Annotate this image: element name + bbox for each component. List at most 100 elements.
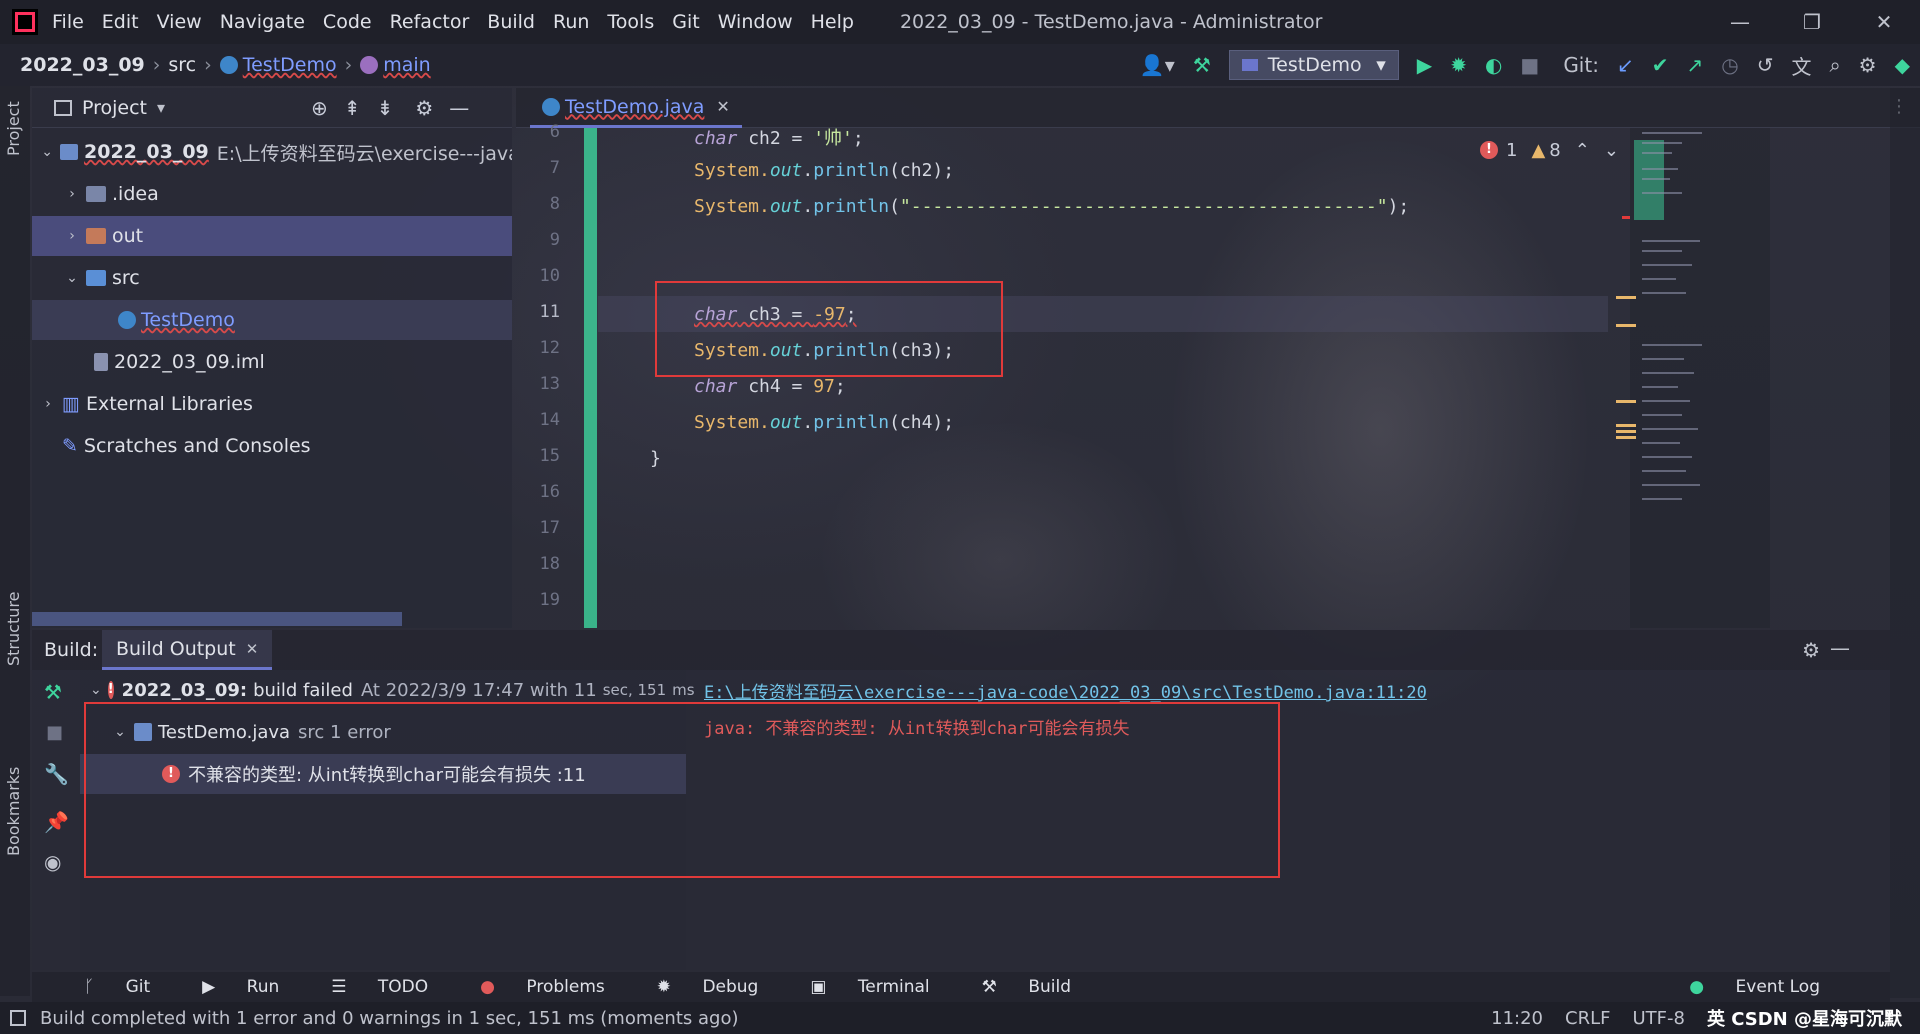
structure-side-tab[interactable]: Structure bbox=[4, 592, 23, 666]
next-problem-icon[interactable]: ⌄ bbox=[1604, 140, 1619, 161]
rollback-icon[interactable]: ↺ bbox=[1757, 53, 1774, 77]
menu-refactor[interactable]: Refactor bbox=[390, 11, 470, 33]
project-side-tab[interactable]: Project bbox=[4, 101, 23, 156]
module-folder-icon bbox=[60, 144, 79, 160]
tree-item-iml[interactable]: 2022_03_09.iml bbox=[32, 342, 512, 382]
stop-icon[interactable]: ■ bbox=[46, 722, 63, 743]
pin-icon[interactable]: 📌 bbox=[44, 810, 69, 834]
code-text: . bbox=[802, 412, 814, 433]
menu-tools[interactable]: Tools bbox=[607, 11, 654, 33]
intellij-logo-icon bbox=[12, 9, 38, 35]
event-log-tab[interactable]: ● Event Log bbox=[1663, 977, 1820, 997]
menu-file[interactable]: File bbox=[52, 11, 84, 33]
hide-icon[interactable]: — bbox=[449, 96, 469, 120]
project-panel-title[interactable]: Project bbox=[82, 97, 147, 119]
problems-icon: ● bbox=[480, 977, 501, 997]
translate-icon[interactable]: 文 bbox=[1791, 51, 1811, 80]
user-icon[interactable]: 👤▾ bbox=[1140, 53, 1175, 77]
debug-icon[interactable]: ✹ bbox=[1450, 53, 1467, 77]
bookmarks-side-tab[interactable]: Bookmarks bbox=[4, 767, 23, 856]
status-toggle-icon[interactable] bbox=[10, 1010, 26, 1026]
warning-marker[interactable] bbox=[1616, 424, 1636, 427]
tab-testdemo-java[interactable]: TestDemo.java ✕ bbox=[530, 88, 742, 128]
menu-build[interactable]: Build bbox=[487, 11, 535, 33]
close-button[interactable]: ✕ bbox=[1848, 0, 1920, 44]
menu-code[interactable]: Code bbox=[323, 11, 372, 33]
git-commit-icon[interactable]: ✔ bbox=[1652, 53, 1669, 77]
eye-icon[interactable]: ◉ bbox=[44, 850, 61, 874]
tree-item-external-libraries[interactable]: › ▥ External Libraries bbox=[32, 384, 512, 424]
history-icon[interactable]: ◷ bbox=[1721, 53, 1738, 77]
line-separator[interactable]: CRLF bbox=[1565, 1008, 1610, 1029]
minimap[interactable] bbox=[1616, 128, 1770, 628]
breadcrumb-method[interactable]: main bbox=[383, 54, 430, 76]
tool-tab-todo[interactable]: ☰ TODO bbox=[305, 977, 428, 997]
code-line-14: System.out.println(ch4); bbox=[694, 412, 954, 433]
warning-marker[interactable] bbox=[1616, 400, 1636, 403]
horizontal-scrollbar[interactable] bbox=[32, 612, 402, 626]
restore-button[interactable]: ❐ bbox=[1776, 0, 1848, 44]
stop-icon[interactable]: ■ bbox=[1520, 53, 1539, 77]
build-hammer-icon[interactable]: ⚒ bbox=[1193, 53, 1211, 77]
minimap-line bbox=[1642, 264, 1692, 266]
coverage-icon[interactable]: ◐ bbox=[1485, 53, 1502, 77]
menu-git[interactable]: Git bbox=[672, 11, 699, 33]
tree-item-scratches[interactable]: ✎ Scratches and Consoles bbox=[32, 426, 512, 466]
menu-view[interactable]: View bbox=[157, 11, 202, 33]
run-icon[interactable]: ▶ bbox=[1417, 53, 1432, 77]
inspection-widget[interactable]: ! 1 ▲ 8 ⌃ ⌄ bbox=[1480, 136, 1640, 164]
breadcrumb-src[interactable]: src bbox=[168, 54, 196, 76]
menu-edit[interactable]: Edit bbox=[102, 11, 139, 33]
tree-item-out[interactable]: › out bbox=[32, 216, 512, 256]
locate-icon[interactable]: ⊕ bbox=[311, 96, 328, 120]
error-marker[interactable] bbox=[1622, 216, 1630, 219]
gear-icon[interactable]: ⚙ bbox=[415, 96, 433, 120]
close-icon[interactable]: ✕ bbox=[716, 97, 729, 116]
breadcrumb-project[interactable]: 2022_03_09 bbox=[20, 54, 145, 76]
run-config-select[interactable]: TestDemo ▾ bbox=[1228, 50, 1399, 80]
tree-item-idea[interactable]: › .idea bbox=[32, 174, 512, 214]
code-field: out bbox=[769, 160, 803, 181]
wrench-icon[interactable]: 🔧 bbox=[44, 762, 69, 786]
warning-marker[interactable] bbox=[1616, 296, 1636, 299]
menu-run[interactable]: Run bbox=[553, 11, 589, 33]
minimap-line bbox=[1642, 358, 1684, 360]
status-message[interactable]: Build completed with 1 error and 0 warni… bbox=[40, 1008, 739, 1029]
git-push-icon[interactable]: ↗ bbox=[1686, 53, 1703, 77]
file-encoding[interactable]: UTF-8 bbox=[1632, 1008, 1684, 1029]
tree-item-testdemo[interactable]: TestDemo bbox=[32, 300, 512, 340]
minimize-button[interactable]: — bbox=[1704, 0, 1776, 44]
bug-icon: ✹ bbox=[656, 977, 677, 997]
git-update-icon[interactable]: ↙ bbox=[1617, 53, 1634, 77]
code-text: ; bbox=[852, 128, 864, 149]
expand-all-icon[interactable]: ⇞ bbox=[344, 96, 361, 120]
collapse-all-icon[interactable]: ⇟ bbox=[377, 96, 394, 120]
tree-item-src[interactable]: ⌄ src bbox=[32, 258, 512, 298]
close-icon[interactable]: ✕ bbox=[246, 640, 259, 658]
menu-navigate[interactable]: Navigate bbox=[220, 11, 305, 33]
settings-icon[interactable]: ⚙ bbox=[1859, 53, 1877, 77]
gear-icon[interactable]: ⚙ bbox=[1802, 638, 1820, 662]
build-output-link[interactable]: E:\上传资料至码云\exercise---java-code\2022_03_… bbox=[704, 678, 1427, 703]
tool-tab-git[interactable]: ᚴ Git bbox=[58, 977, 150, 997]
warning-marker[interactable] bbox=[1616, 430, 1636, 433]
warning-marker[interactable] bbox=[1616, 436, 1636, 439]
menu-help[interactable]: Help bbox=[811, 11, 854, 33]
menu-window[interactable]: Window bbox=[718, 11, 793, 33]
tool-tab-problems[interactable]: ● Problems bbox=[454, 977, 605, 997]
tool-tab-run[interactable]: ▶ Run bbox=[176, 977, 279, 997]
warning-marker[interactable] bbox=[1616, 324, 1636, 327]
previous-problem-icon[interactable]: ⌃ bbox=[1575, 140, 1590, 161]
breadcrumb-class[interactable]: TestDemo bbox=[243, 54, 337, 76]
tool-tab-debug[interactable]: ✹ Debug bbox=[631, 977, 759, 997]
cursor-position[interactable]: 11:20 bbox=[1491, 1008, 1543, 1029]
tab-build-output[interactable]: Build Output ✕ bbox=[102, 630, 273, 670]
tool-tab-terminal[interactable]: ▣ Terminal bbox=[784, 977, 929, 997]
build-hammer-icon[interactable]: ⚒ bbox=[44, 680, 62, 704]
plugin-icon[interactable]: ◆ bbox=[1895, 53, 1910, 77]
search-icon[interactable]: ⌕ bbox=[1829, 53, 1840, 77]
hide-icon[interactable]: — bbox=[1830, 636, 1850, 660]
chevron-down-icon[interactable]: ▾ bbox=[157, 98, 165, 117]
tool-tab-build[interactable]: ⚒ Build bbox=[956, 977, 1071, 997]
tree-root[interactable]: ⌄ 2022_03_09 E:\上传资料至码云\exercise---java-… bbox=[32, 132, 512, 172]
